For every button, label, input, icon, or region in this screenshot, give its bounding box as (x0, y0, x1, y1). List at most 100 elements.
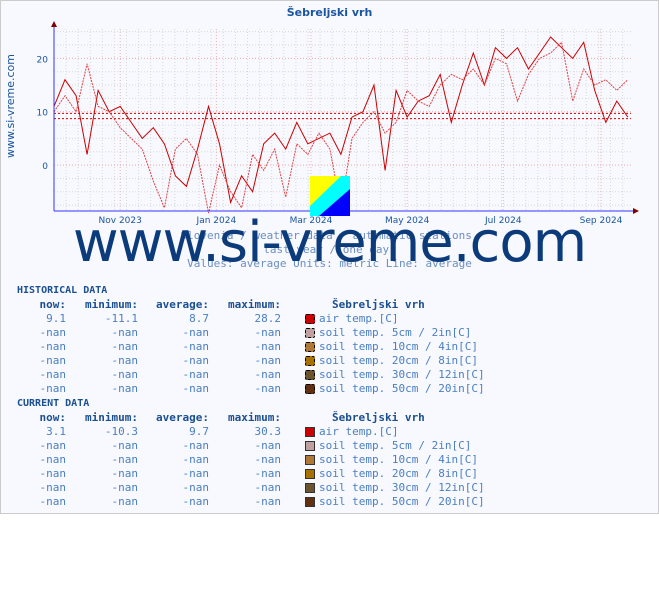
maximum-value: -nan (254, 340, 282, 353)
minimum-value: -nan (111, 481, 139, 494)
current-section-label: CURRENT DATA (17, 398, 90, 409)
minimum-value: -nan (111, 495, 139, 508)
maximum-value: -nan (254, 439, 282, 452)
color-swatch (305, 356, 315, 366)
minimum-value: -nan (111, 326, 139, 339)
watermark: www.si-vreme.com (72, 210, 587, 275)
historical-header-row: now: minimum: average: maximum: Šebreljs… (1, 298, 658, 312)
page: Šebreljski vrh www.si-vreme.com 0 10 20 Nov… (0, 0, 659, 514)
col-average: average: (156, 411, 209, 424)
color-swatch (305, 314, 315, 324)
color-swatch (305, 469, 315, 479)
table-row: -nan -nan -nan -nan soil temp. 20cm / 8i… (1, 467, 658, 481)
average-value: -nan (182, 354, 210, 367)
measure-label: soil temp. 30cm / 12in[C] (319, 481, 485, 494)
col-now: now: (39, 298, 67, 311)
table-row: 3.1 -10.3 9.7 30.3 air temp.[C] (1, 425, 658, 439)
now-value: -nan (39, 368, 67, 381)
y-axis-arrow-icon (51, 21, 57, 27)
now-value: -nan (39, 453, 67, 466)
color-swatch (305, 384, 315, 394)
table-row: -nan -nan -nan -nan soil temp. 30cm / 12… (1, 481, 658, 495)
table-row: -nan -nan -nan -nan soil temp. 50cm / 20… (1, 382, 658, 396)
table-row: -nan -nan -nan -nan soil temp. 10cm / 4i… (1, 453, 658, 467)
average-value: -nan (182, 439, 210, 452)
minimum-value: -nan (111, 354, 139, 367)
measure-label: soil temp. 20cm / 8in[C] (319, 354, 478, 367)
average-value: -nan (182, 481, 210, 494)
table-row: -nan -nan -nan -nan soil temp. 30cm / 12… (1, 368, 658, 382)
table-row: 9.1 -11.1 8.7 28.2 air temp.[C] (1, 312, 658, 326)
col-average: average: (156, 298, 209, 311)
now-value: -nan (39, 340, 67, 353)
col-minimum: minimum: (85, 411, 138, 424)
now-value: -nan (39, 326, 67, 339)
measure-label: soil temp. 10cm / 4in[C] (319, 453, 478, 466)
average-value: -nan (182, 382, 210, 395)
col-station: Šebreljski vrh (332, 411, 425, 424)
table-row: -nan -nan -nan -nan soil temp. 10cm / 4i… (1, 340, 658, 354)
measure-label: soil temp. 50cm / 20in[C] (319, 382, 485, 395)
minimum-value: -nan (111, 368, 139, 381)
now-value: -nan (39, 467, 67, 480)
measure-label: air temp.[C] (319, 425, 399, 438)
maximum-value: 28.2 (254, 312, 282, 325)
chart: 01020Nov 2023 Jan 2024 Mar 2024 May 2024 Jul… (37, 21, 639, 226)
measure-label: soil temp. 20cm / 8in[C] (319, 467, 478, 480)
minimum-value: -nan (111, 453, 139, 466)
maximum-value: -nan (254, 453, 282, 466)
measure-label: air temp.[C] (319, 312, 399, 325)
measure-label: soil temp. 50cm / 20in[C] (319, 495, 485, 508)
color-swatch (305, 455, 315, 465)
minimum-value: -nan (111, 340, 139, 353)
y-tick-label: 20 (37, 55, 49, 65)
maximum-value: -nan (254, 382, 282, 395)
average-value: -nan (182, 495, 210, 508)
table-row: -nan -nan -nan -nan soil temp. 5cm / 2in… (1, 326, 658, 340)
col-maximum: maximum: (228, 411, 281, 424)
minimum-value: -10.3 (104, 425, 138, 438)
now-value: -nan (39, 354, 67, 367)
measure-label: soil temp. 10cm / 4in[C] (319, 340, 478, 353)
measure-label: soil temp. 30cm / 12in[C] (319, 368, 485, 381)
average-value: -nan (182, 326, 210, 339)
now-value: -nan (39, 439, 67, 452)
color-swatch (305, 497, 315, 507)
table-row: -nan -nan -nan -nan soil temp. 50cm / 20… (1, 495, 658, 509)
average-value: -nan (182, 453, 210, 466)
average-value: -nan (182, 340, 210, 353)
maximum-value: -nan (254, 495, 282, 508)
y-tick-label: 10 (37, 109, 49, 119)
maximum-value: -nan (254, 326, 282, 339)
color-swatch (305, 483, 315, 493)
now-value: 9.1 (46, 312, 66, 325)
col-maximum: maximum: (228, 298, 281, 311)
col-station: Šebreljski vrh (332, 298, 425, 311)
average-value: -nan (182, 368, 210, 381)
measure-label: soil temp. 5cm / 2in[C] (319, 439, 472, 452)
table-row: -nan -nan -nan -nan soil temp. 5cm / 2in… (1, 439, 658, 453)
y-tick-label: 0 (42, 162, 48, 172)
now-value: -nan (39, 495, 67, 508)
maximum-value: -nan (254, 467, 282, 480)
minimum-value: -nan (111, 467, 139, 480)
historical-section-label: HISTORICAL DATA (17, 285, 108, 296)
minimum-value: -nan (111, 439, 139, 452)
minimum-value: -nan (111, 382, 139, 395)
table-row: -nan -nan -nan -nan soil temp. 20cm / 8i… (1, 354, 658, 368)
average-value: 8.7 (189, 312, 209, 325)
maximum-value: -nan (254, 354, 282, 367)
minimum-value: -11.1 (104, 312, 138, 325)
now-value: -nan (39, 481, 67, 494)
color-swatch (305, 328, 315, 338)
average-value: 9.7 (189, 425, 209, 438)
color-swatch (305, 342, 315, 352)
now-value: 3.1 (46, 425, 66, 438)
measure-label: soil temp. 5cm / 2in[C] (319, 326, 472, 339)
maximum-value: -nan (254, 481, 282, 494)
color-swatch (305, 441, 315, 451)
maximum-value: 30.3 (254, 425, 282, 438)
color-swatch (305, 427, 315, 437)
color-swatch (305, 370, 315, 380)
col-minimum: minimum: (85, 298, 138, 311)
